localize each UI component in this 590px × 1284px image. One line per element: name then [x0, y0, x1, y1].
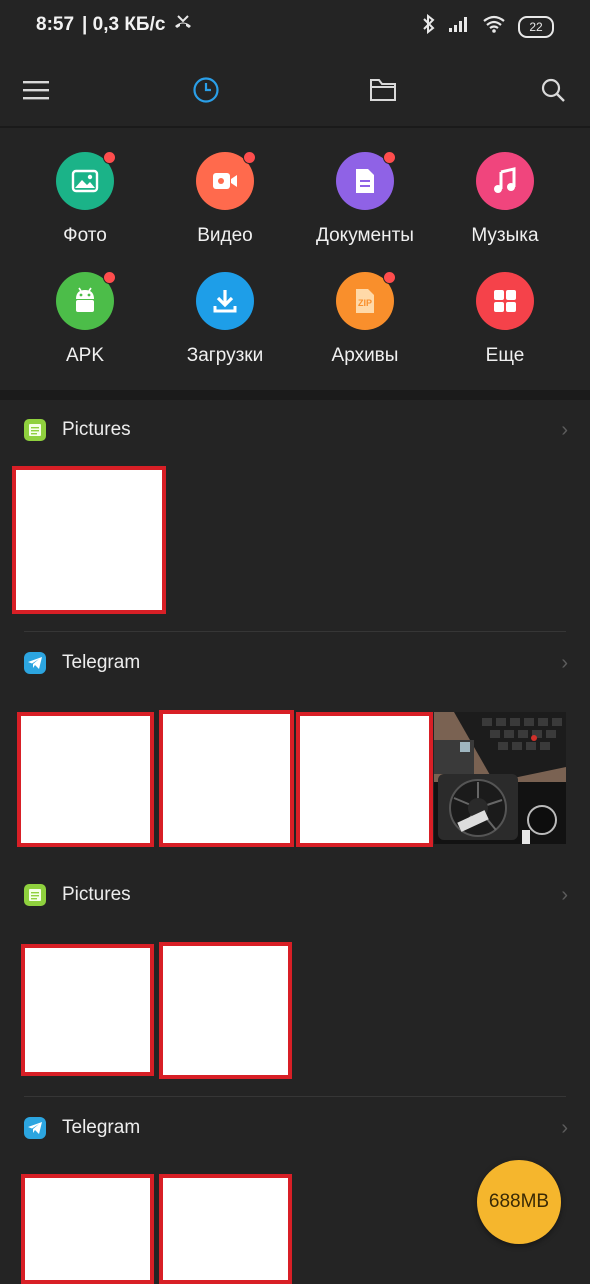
- section-separator: [0, 390, 590, 400]
- badge-dot: [383, 151, 396, 164]
- status-bar: 8:57 | 0,3 КБ/с 22: [0, 0, 590, 56]
- badge-dot: [103, 151, 116, 164]
- video-icon: [196, 151, 256, 210]
- thumbnail[interactable]: [17, 712, 154, 847]
- category-label: Загрузки: [186, 345, 264, 366]
- group-header-telegram[interactable]: Telegram ›: [24, 1108, 568, 1148]
- search-icon[interactable]: [535, 72, 571, 108]
- category-documents[interactable]: Документы: [295, 151, 435, 247]
- thumbnail[interactable]: [159, 1174, 292, 1284]
- status-time: 8:57: [36, 14, 75, 35]
- group-header-pictures[interactable]: Pictures ›: [24, 410, 568, 450]
- category-video[interactable]: Видео: [155, 151, 295, 247]
- folder-icon[interactable]: [365, 72, 401, 108]
- chevron-right-icon: ›: [561, 884, 568, 906]
- status-left: 8:57 | 0,3 КБ/с: [36, 14, 193, 36]
- document-icon: [336, 151, 396, 210]
- category-label: Еще: [485, 345, 525, 366]
- category-label: APK: [65, 345, 105, 366]
- category-downloads[interactable]: Загрузки: [155, 272, 295, 367]
- group-divider: [24, 1096, 566, 1097]
- battery-indicator: 22: [518, 15, 554, 38]
- thumbnail[interactable]: [12, 466, 166, 614]
- thumbnail[interactable]: [21, 944, 154, 1076]
- category-label: Музыка: [471, 225, 539, 246]
- category-label: Архивы: [331, 345, 399, 366]
- category-photo[interactable]: Фото: [15, 151, 155, 247]
- group-divider: [24, 631, 566, 632]
- category-label: Документы: [316, 225, 414, 246]
- category-more[interactable]: Еще: [435, 272, 575, 367]
- missed-call-icon: [173, 14, 193, 36]
- clock-icon[interactable]: [188, 72, 224, 108]
- category-music[interactable]: Музыка: [435, 152, 575, 247]
- telegram-icon: [24, 652, 46, 674]
- status-speed: | 0,3 КБ/с: [82, 14, 166, 35]
- category-label: Видео: [197, 225, 253, 246]
- thumbnail[interactable]: [296, 712, 433, 847]
- badge-dot: [383, 271, 396, 284]
- category-archives[interactable]: ZIP Архивы: [295, 271, 435, 367]
- telegram-icon: [24, 1117, 46, 1139]
- chevron-right-icon: ›: [561, 1117, 568, 1139]
- group-title: Telegram: [62, 652, 141, 673]
- group-header-telegram[interactable]: Telegram ›: [24, 643, 568, 683]
- group-title: Pictures: [62, 884, 131, 905]
- toolbar: [0, 56, 590, 126]
- group-title: Pictures: [62, 419, 131, 440]
- music-icon: [476, 152, 534, 210]
- photo-thumbnail[interactable]: [434, 712, 566, 844]
- thumbnail[interactable]: [159, 710, 294, 847]
- status-right: 22: [422, 13, 554, 39]
- zip-icon: ZIP: [336, 271, 396, 330]
- category-grid: Фото Видео Документы Музыка APK Загрузки: [0, 128, 590, 390]
- download-icon: [196, 272, 254, 330]
- signal-icon: [448, 15, 470, 38]
- grid-icon: [476, 272, 534, 330]
- menu-icon[interactable]: [18, 72, 54, 108]
- group-title: Telegram: [62, 1117, 141, 1138]
- android-icon: [56, 271, 116, 330]
- badge-dot: [243, 151, 256, 164]
- image-icon: [56, 151, 116, 210]
- chevron-right-icon: ›: [561, 419, 568, 441]
- wifi-icon: [482, 15, 506, 38]
- bluetooth-icon: [422, 13, 436, 39]
- category-apk[interactable]: APK: [15, 271, 155, 367]
- thumbnail[interactable]: [159, 942, 292, 1079]
- notes-icon: [24, 419, 46, 441]
- group-header-pictures[interactable]: Pictures ›: [24, 875, 568, 915]
- category-label: Фото: [63, 225, 107, 246]
- badge-dot: [103, 271, 116, 284]
- storage-cleanup-button[interactable]: 688MB: [477, 1160, 561, 1244]
- chevron-right-icon: ›: [561, 652, 568, 674]
- thumbnail[interactable]: [21, 1174, 154, 1284]
- notes-icon: [24, 884, 46, 906]
- svg-text:ZIP: ZIP: [358, 298, 372, 308]
